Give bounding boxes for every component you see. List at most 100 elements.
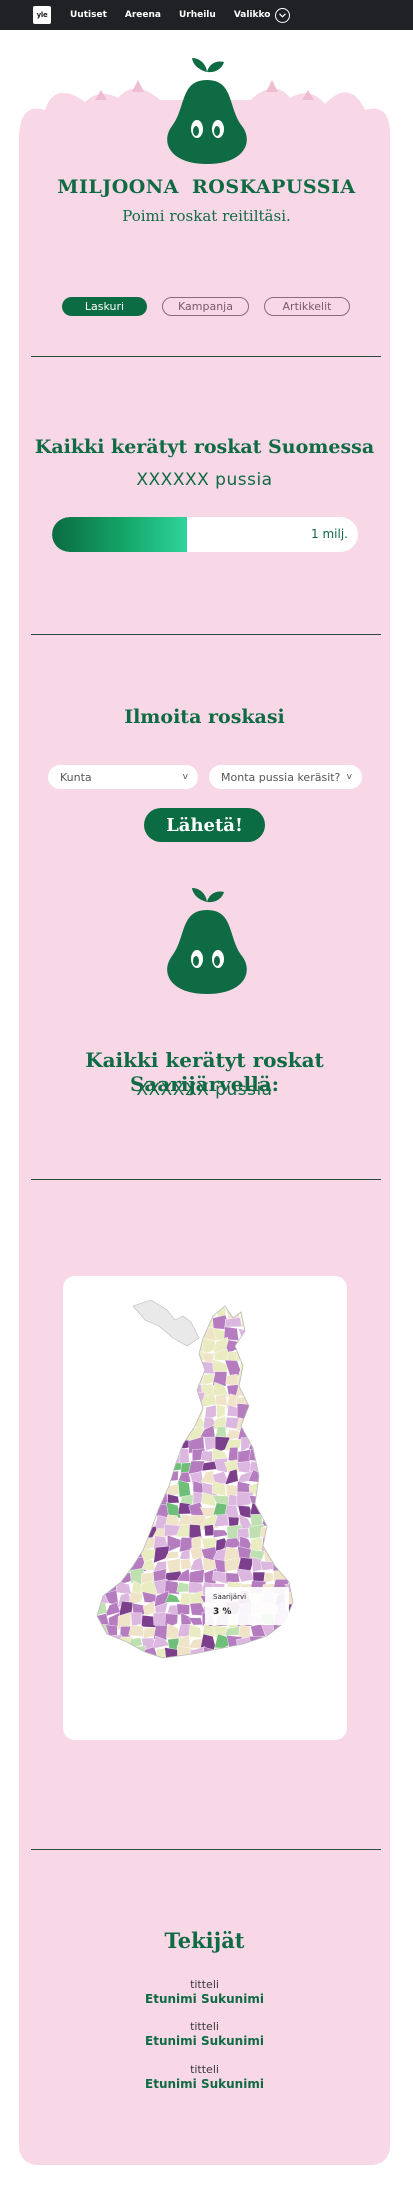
map-region[interactable] [274, 1351, 289, 1364]
map-region[interactable] [93, 1347, 107, 1364]
map-region[interactable] [249, 1306, 264, 1317]
tab-kampanja[interactable]: Kampanja [162, 297, 249, 316]
map-region[interactable] [285, 1459, 301, 1474]
map-region[interactable] [93, 1395, 109, 1410]
map-region[interactable] [92, 1428, 109, 1439]
map-region[interactable] [238, 1624, 251, 1639]
map-region[interactable] [273, 1535, 286, 1551]
map-region[interactable] [80, 1611, 98, 1630]
map-region[interactable] [297, 1459, 310, 1475]
map-region[interactable] [300, 1349, 311, 1364]
map-region[interactable] [286, 1372, 299, 1383]
map-region[interactable] [284, 1419, 299, 1429]
map-region[interactable] [130, 1392, 146, 1406]
map-region[interactable] [118, 1645, 130, 1658]
map-region[interactable] [104, 1536, 123, 1553]
map-region[interactable] [248, 1336, 263, 1355]
map-region[interactable] [285, 1502, 301, 1517]
map-region[interactable] [178, 1372, 191, 1386]
map-region[interactable] [262, 1645, 278, 1658]
map-region[interactable] [83, 1537, 98, 1552]
map-region[interactable] [116, 1296, 132, 1308]
map-region[interactable] [153, 1435, 169, 1454]
map-region[interactable] [298, 1583, 312, 1595]
map-region[interactable] [299, 1561, 311, 1573]
map-region[interactable] [248, 1648, 266, 1661]
map-region[interactable] [80, 1495, 100, 1506]
map-region[interactable] [177, 1395, 195, 1410]
map-region[interactable] [300, 1337, 313, 1351]
map-region[interactable] [248, 1404, 266, 1418]
map-region[interactable] [152, 1414, 168, 1432]
map-region[interactable] [176, 1603, 190, 1615]
map-region[interactable] [105, 1349, 123, 1366]
map-region[interactable] [284, 1494, 301, 1507]
map-region[interactable] [95, 1418, 109, 1428]
map-region[interactable] [272, 1495, 290, 1508]
map-region[interactable] [262, 1393, 274, 1411]
map-region[interactable] [81, 1469, 96, 1484]
map-region[interactable] [299, 1636, 310, 1648]
map-region[interactable] [213, 1529, 230, 1538]
map-region[interactable] [118, 1436, 134, 1453]
map-region[interactable] [84, 1623, 98, 1639]
map-region[interactable] [204, 1661, 218, 1672]
map-region[interactable] [104, 1481, 120, 1495]
map-region[interactable] [119, 1525, 131, 1540]
map-region[interactable] [261, 1415, 280, 1428]
map-region[interactable] [80, 1583, 94, 1596]
map-region[interactable] [104, 1293, 123, 1311]
finland-municipality-map[interactable] [63, 1276, 347, 1740]
map-region[interactable] [285, 1293, 300, 1309]
map-region[interactable] [116, 1656, 135, 1672]
map-region[interactable] [104, 1393, 119, 1408]
map-region[interactable] [272, 1546, 290, 1563]
nav-link-areena[interactable]: Areena [125, 10, 161, 20]
map-region[interactable] [83, 1359, 98, 1376]
map-region[interactable] [224, 1317, 243, 1328]
map-region[interactable] [275, 1470, 290, 1485]
map-region[interactable] [103, 1558, 121, 1575]
map-region[interactable] [248, 1348, 267, 1363]
map-region[interactable] [167, 1493, 180, 1504]
map-region[interactable] [140, 1458, 158, 1476]
map-region[interactable] [272, 1427, 291, 1443]
map-region[interactable] [190, 1358, 202, 1377]
map-region[interactable] [272, 1657, 290, 1668]
map-region[interactable] [260, 1369, 276, 1386]
map-region[interactable] [140, 1501, 156, 1518]
map-region[interactable] [274, 1360, 289, 1373]
map-region[interactable] [284, 1327, 301, 1341]
map-region[interactable] [130, 1317, 146, 1331]
map-region[interactable] [131, 1490, 145, 1509]
map-region[interactable] [164, 1414, 181, 1429]
map-region[interactable] [141, 1659, 157, 1670]
map-region[interactable] [93, 1318, 110, 1328]
map-region[interactable] [297, 1450, 313, 1465]
map-region[interactable] [249, 1294, 264, 1306]
yle-logo[interactable]: yle [33, 6, 51, 24]
map-region[interactable] [296, 1415, 314, 1430]
map-region[interactable] [95, 1329, 112, 1341]
map-region[interactable] [166, 1395, 179, 1410]
map-region[interactable] [119, 1305, 132, 1320]
map-region[interactable] [127, 1360, 142, 1376]
map-region[interactable] [275, 1370, 288, 1388]
map-region[interactable] [285, 1473, 302, 1487]
map-region[interactable] [272, 1383, 289, 1399]
map-region[interactable] [285, 1558, 300, 1572]
map-region[interactable] [188, 1309, 207, 1318]
map-region[interactable] [106, 1649, 120, 1663]
map-region[interactable] [260, 1293, 278, 1308]
map-region[interactable] [276, 1329, 291, 1339]
map-region[interactable] [260, 1328, 278, 1343]
map-region[interactable] [259, 1437, 279, 1452]
map-region[interactable] [263, 1352, 280, 1362]
map-region[interactable] [129, 1339, 144, 1353]
map-region[interactable] [119, 1481, 133, 1497]
map-region[interactable] [116, 1473, 132, 1482]
map-region[interactable] [263, 1319, 277, 1332]
map-region[interactable] [300, 1436, 313, 1451]
map-region[interactable] [106, 1460, 121, 1473]
map-region[interactable] [298, 1396, 313, 1405]
